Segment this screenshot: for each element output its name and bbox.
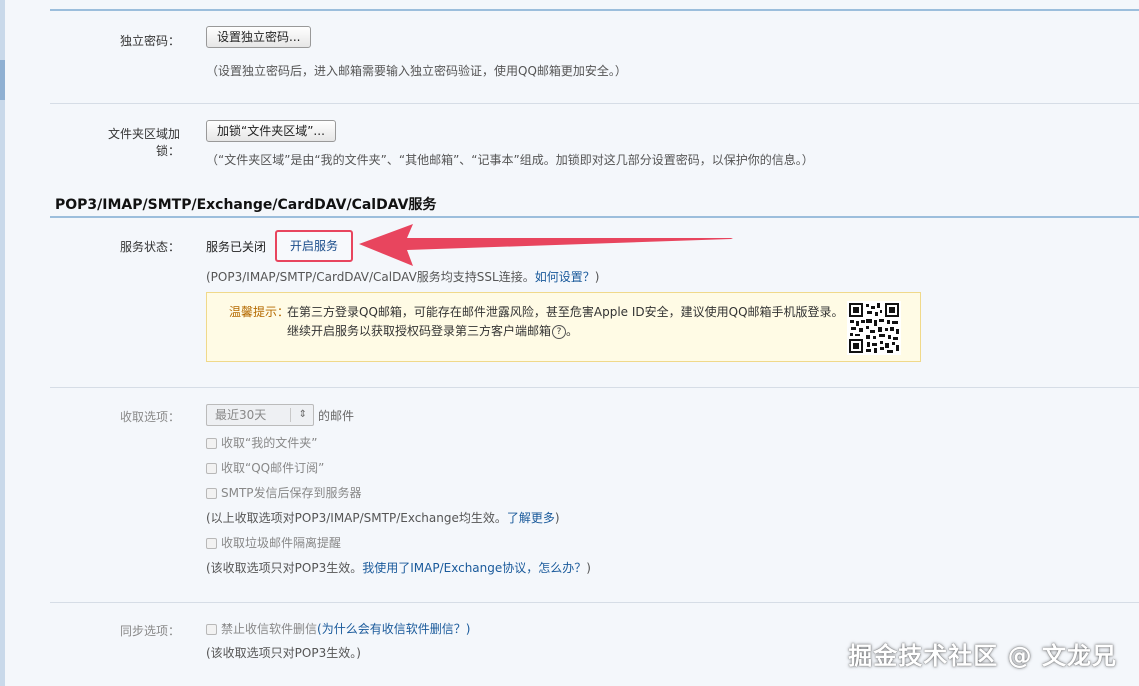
divider	[50, 387, 1139, 388]
select-arrows-icon: ⇕	[298, 409, 307, 420]
checkbox[interactable]	[206, 538, 217, 549]
divider	[50, 103, 1139, 104]
receive-hint1: (以上收取选项对POP3/IMAP/SMTP/Exchange均生效。了解更多)	[206, 509, 560, 526]
service-status-text: 服务已关闭	[206, 240, 267, 254]
receive-hint2-prefix: (该收取选项只对POP3生效。	[206, 561, 363, 575]
select-separator	[290, 408, 291, 422]
receive-hint2-suffix: )	[586, 561, 591, 575]
question-circle-icon[interactable]: ?	[552, 324, 567, 339]
option-label: 收取“我的文件夹”	[221, 436, 318, 450]
open-service-button[interactable]: 开启服务	[275, 230, 353, 262]
option-row[interactable]: SMTP发信后保存到服务器	[206, 484, 362, 501]
ssl-hint-suffix: )	[594, 270, 600, 284]
warm-tip-period: 。	[566, 324, 579, 338]
receive-hint1-suffix: )	[554, 511, 560, 525]
independent-password-hint: （设置独立密码后，进入邮箱需要输入独立密码验证，使用QQ邮箱更加安全。）	[206, 64, 627, 78]
section-divider	[50, 216, 1139, 218]
receive-range-value: 最近30天	[215, 408, 267, 422]
learn-more-link[interactable]: 了解更多	[507, 511, 555, 525]
option-row[interactable]: 收取“QQ邮件订阅”	[206, 459, 324, 476]
top-divider	[50, 9, 1139, 11]
checkbox[interactable]	[206, 488, 217, 499]
service-section-title: POP3/IMAP/SMTP/Exchange/CardDAV/CalDAV服务	[55, 197, 437, 213]
ssl-hint-prefix: (POP3/IMAP/SMTP/CardDAV/CalDAV服务均支持SSL连接…	[206, 270, 535, 284]
set-independent-password-button[interactable]: 设置独立密码...	[206, 26, 312, 48]
checkbox[interactable]	[206, 438, 217, 449]
lock-folder-area-button[interactable]: 加锁“文件夹区域”...	[206, 120, 336, 142]
watermark-text: 掘金技术社区 @ 文龙兄	[848, 642, 1117, 670]
warm-tip-box: 温馨提示： 在第三方登录QQ邮箱，可能存在邮件泄露风险，甚至危害Apple ID…	[206, 292, 921, 362]
sync-option-row[interactable]: 禁止收信软件删信(为什么会有收信软件删信？)	[206, 620, 470, 637]
sync-options-label: 同步选项：	[119, 624, 180, 638]
warm-tip-label: 温馨提示：	[229, 305, 290, 319]
service-status-label: 服务状态：	[119, 240, 180, 254]
checkbox[interactable]	[206, 624, 217, 635]
how-to-setup-link[interactable]: 如何设置？	[535, 270, 595, 284]
independent-password-label: 独立密码：	[119, 34, 180, 48]
divider	[50, 602, 1139, 603]
qr-code-icon	[847, 301, 901, 355]
option-label: SMTP发信后保存到服务器	[221, 486, 362, 500]
receive-range-suffix: 的邮件	[318, 409, 355, 423]
settings-panel: 独立密码： 设置独立密码... （设置独立密码后，进入邮箱需要输入独立密码验证，…	[5, 0, 1139, 686]
receive-hint2: (该收取选项只对POP3生效。我使用了IMAP/Exchange协议，怎么办？)	[206, 559, 591, 576]
warm-tip-line2: 继续开启服务以获取授权码登录第三方客户端邮箱	[287, 324, 552, 338]
receive-options-label: 收取选项：	[119, 410, 180, 424]
folder-lock-hint: （“文件夹区域”是由“我的文件夹”、“其他邮箱”、“记事本”组成。加锁即对这几部…	[206, 153, 814, 167]
sync-hint: (该收取选项只对POP3生效。)	[206, 646, 361, 660]
option-label: 收取“QQ邮件订阅”	[221, 461, 325, 475]
spam-option-row[interactable]: 收取垃圾邮件隔离提醒	[206, 534, 341, 551]
option-row[interactable]: 收取“我的文件夹”	[206, 434, 317, 451]
sync-option-label: 禁止收信软件删信	[221, 622, 318, 636]
why-delete-link[interactable]: (为什么会有收信软件删信？)	[317, 622, 470, 636]
ssl-hint: (POP3/IMAP/SMTP/CardDAV/CalDAV服务均支持SSL连接…	[206, 268, 599, 285]
receive-hint1-prefix: (以上收取选项对POP3/IMAP/SMTP/Exchange均生效。	[206, 511, 507, 525]
folder-lock-label: 文件夹区域加锁：	[107, 127, 180, 158]
checkbox[interactable]	[206, 463, 217, 474]
spam-option-label: 收取垃圾邮件隔离提醒	[221, 536, 342, 550]
imap-exchange-link[interactable]: 我使用了IMAP/Exchange协议，怎么办？	[362, 561, 586, 575]
warm-tip-line2-row: 继续开启服务以获取授权码登录第三方客户端邮箱?。	[287, 322, 578, 339]
warm-tip-line1: 在第三方登录QQ邮箱，可能存在邮件泄露风险，甚至危害Apple ID安全，建议使…	[287, 305, 844, 319]
receive-range-select[interactable]: 最近30天 ⇕	[206, 404, 314, 426]
